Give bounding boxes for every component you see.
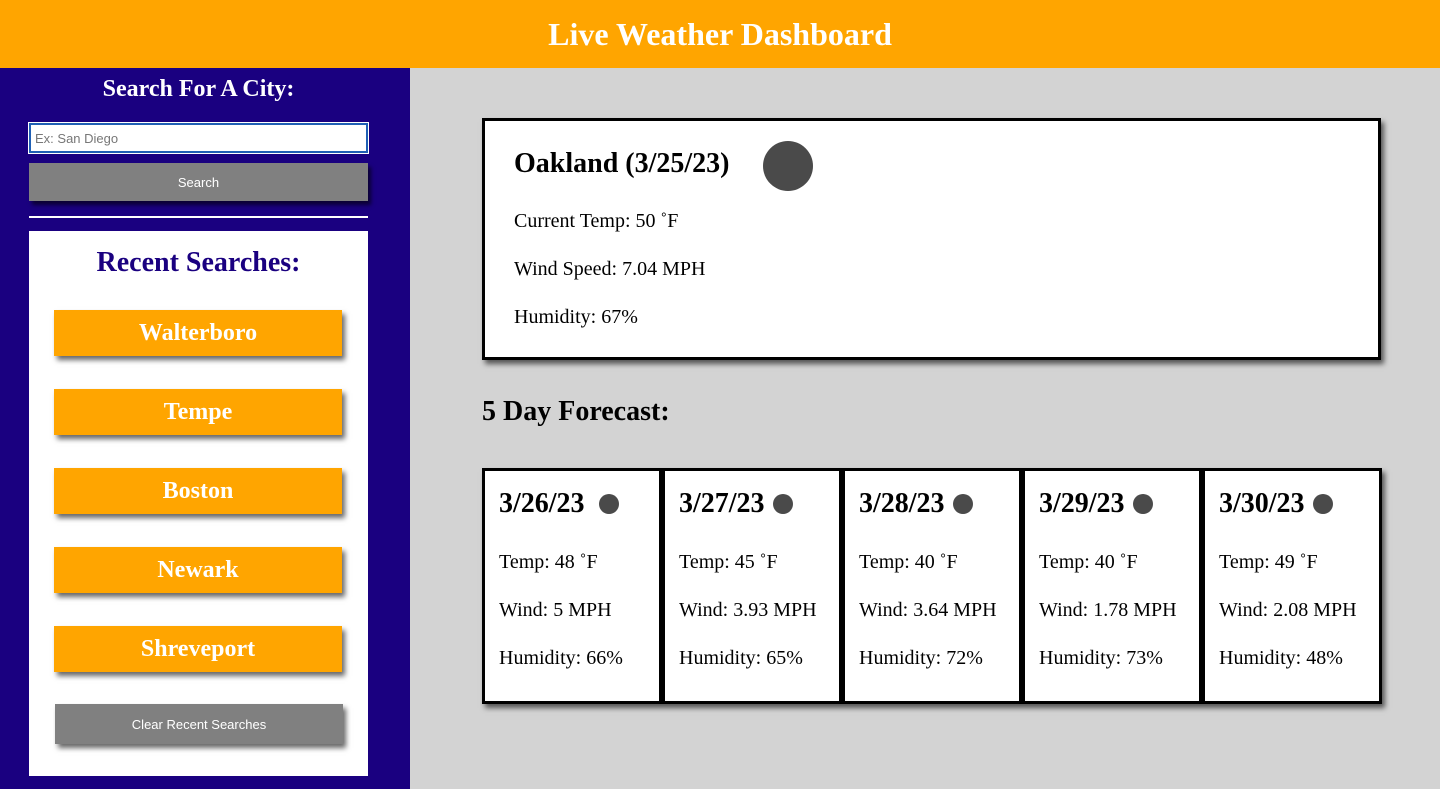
forecast-wind: Wind: 1.78 MPH bbox=[1039, 599, 1177, 621]
forecast-wind: Wind: 3.93 MPH bbox=[679, 599, 817, 621]
weather-icon bbox=[1313, 494, 1333, 514]
current-humidity: Humidity: 67% bbox=[514, 306, 638, 328]
forecast-wind: Wind: 5 MPH bbox=[499, 599, 612, 621]
forecast-card: 3/29/23 Temp: 40 ˚F Wind: 1.78 MPH Humid… bbox=[1022, 468, 1202, 704]
recent-city-button-walterboro[interactable]: Walterboro bbox=[54, 310, 342, 356]
city-search-input[interactable] bbox=[28, 122, 369, 154]
forecast-humidity: Humidity: 65% bbox=[679, 647, 803, 669]
forecast-temp: Temp: 45 ˚F bbox=[679, 551, 778, 573]
current-city-title: Oakland (3/25/23) bbox=[514, 148, 730, 179]
forecast-wind: Wind: 2.08 MPH bbox=[1219, 599, 1357, 621]
recent-city-button-shreveport[interactable]: Shreveport bbox=[54, 626, 342, 672]
weather-icon bbox=[1133, 494, 1153, 514]
page-title: Live Weather Dashboard bbox=[548, 15, 892, 52]
forecast-card: 3/30/23 Temp: 49 ˚F Wind: 2.08 MPH Humid… bbox=[1202, 468, 1382, 704]
recent-city-button-boston[interactable]: Boston bbox=[54, 468, 342, 514]
forecast-temp: Temp: 49 ˚F bbox=[1219, 551, 1318, 573]
recent-city-button-newark[interactable]: Newark bbox=[54, 547, 342, 593]
weather-icon bbox=[599, 494, 619, 514]
forecast-temp: Temp: 48 ˚F bbox=[499, 551, 598, 573]
forecast-date: 3/26/23 bbox=[499, 488, 585, 519]
clear-recent-searches-button[interactable]: Clear Recent Searches bbox=[55, 704, 343, 744]
recent-searches-heading: Recent Searches: bbox=[96, 247, 301, 278]
forecast-temp: Temp: 40 ˚F bbox=[1039, 551, 1138, 573]
current-temp: Current Temp: 50 ˚F bbox=[514, 210, 679, 232]
sidebar-divider bbox=[29, 216, 368, 218]
page-header: Live Weather Dashboard bbox=[0, 0, 1440, 68]
forecast-humidity: Humidity: 72% bbox=[859, 647, 983, 669]
weather-icon bbox=[763, 141, 813, 191]
current-wind: Wind Speed: 7.04 MPH bbox=[514, 258, 706, 280]
forecast-heading: 5 Day Forecast: bbox=[482, 396, 670, 427]
sidebar: Search For A City: Search Recent Searche… bbox=[0, 68, 410, 789]
recent-searches-panel: Recent Searches: Walterboro Tempe Boston… bbox=[29, 231, 368, 776]
recent-city-button-tempe[interactable]: Tempe bbox=[54, 389, 342, 435]
forecast-card: 3/27/23 Temp: 45 ˚F Wind: 3.93 MPH Humid… bbox=[662, 468, 842, 704]
forecast-temp: Temp: 40 ˚F bbox=[859, 551, 958, 573]
forecast-card: 3/26/23 Temp: 48 ˚F Wind: 5 MPH Humidity… bbox=[482, 468, 662, 704]
forecast-date: 3/29/23 bbox=[1039, 488, 1125, 519]
search-button[interactable]: Search bbox=[29, 163, 368, 201]
weather-icon bbox=[953, 494, 973, 514]
current-weather-card: Oakland (3/25/23) Current Temp: 50 ˚F Wi… bbox=[482, 118, 1381, 360]
forecast-humidity: Humidity: 66% bbox=[499, 647, 623, 669]
forecast-date: 3/30/23 bbox=[1219, 488, 1305, 519]
forecast-humidity: Humidity: 73% bbox=[1039, 647, 1163, 669]
weather-icon bbox=[773, 494, 793, 514]
forecast-row: 3/26/23 Temp: 48 ˚F Wind: 5 MPH Humidity… bbox=[482, 468, 1382, 704]
forecast-date: 3/28/23 bbox=[859, 488, 945, 519]
forecast-humidity: Humidity: 48% bbox=[1219, 647, 1343, 669]
forecast-card: 3/28/23 Temp: 40 ˚F Wind: 3.64 MPH Humid… bbox=[842, 468, 1022, 704]
forecast-wind: Wind: 3.64 MPH bbox=[859, 599, 997, 621]
search-heading: Search For A City: bbox=[102, 76, 295, 102]
forecast-date: 3/27/23 bbox=[679, 488, 765, 519]
